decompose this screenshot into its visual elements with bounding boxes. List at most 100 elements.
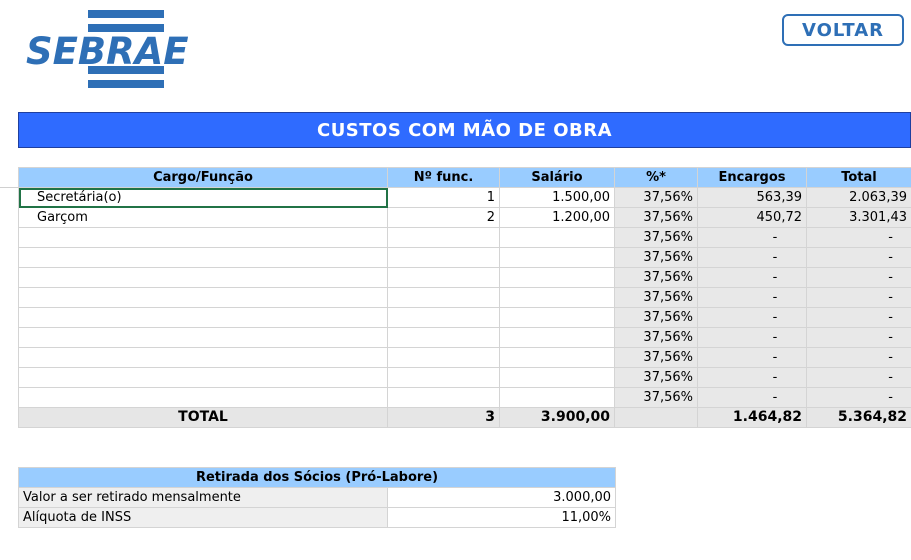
cell-pct: 37,56% bbox=[614, 307, 698, 328]
cell-salario[interactable] bbox=[499, 327, 615, 348]
cell-encargos: - bbox=[697, 307, 807, 328]
labor-cost-table: Cargo/Função Nº func. Salário %* Encargo… bbox=[18, 167, 911, 428]
column-header-total: Total bbox=[806, 167, 911, 188]
cell-total: 2.063,39 bbox=[806, 187, 911, 208]
cell-func[interactable] bbox=[387, 287, 500, 308]
cell-cargo[interactable]: Garçom bbox=[18, 207, 388, 228]
table-row: 37,56% - - bbox=[18, 267, 911, 288]
cell-pct: 37,56% bbox=[614, 207, 698, 228]
prolabore-label: Alíquota de INSS bbox=[18, 507, 388, 528]
cell-cargo[interactable] bbox=[18, 347, 388, 368]
total-salario: 3.900,00 bbox=[499, 407, 615, 428]
cell-encargos: - bbox=[697, 327, 807, 348]
cell-pct: 37,56% bbox=[614, 387, 698, 408]
total-encargos: 1.464,82 bbox=[697, 407, 807, 428]
table-row: Garçom 2 1.200,00 37,56% 450,72 3.301,43 bbox=[18, 207, 911, 228]
cell-salario[interactable] bbox=[499, 367, 615, 388]
cell-salario[interactable]: 1.200,00 bbox=[499, 207, 615, 228]
cell-encargos: 450,72 bbox=[697, 207, 807, 228]
cell-func[interactable] bbox=[387, 307, 500, 328]
cell-func[interactable] bbox=[387, 347, 500, 368]
prolabore-value[interactable]: 11,00% bbox=[386, 507, 617, 528]
cell-encargos: - bbox=[697, 387, 807, 408]
cell-func[interactable] bbox=[387, 267, 500, 288]
cell-func[interactable] bbox=[387, 247, 500, 268]
cell-cargo[interactable] bbox=[18, 367, 388, 388]
cell-cargo[interactable] bbox=[18, 227, 388, 248]
cell-total: - bbox=[806, 227, 911, 248]
sheet-gridline bbox=[0, 187, 18, 188]
table-header-row: Cargo/Função Nº func. Salário %* Encargo… bbox=[18, 167, 911, 188]
logo-stripe bbox=[88, 10, 164, 18]
cell-encargos: - bbox=[697, 367, 807, 388]
cell-cargo[interactable]: Secretária(o) bbox=[18, 187, 388, 208]
total-row: TOTAL 3 3.900,00 1.464,82 5.364,82 bbox=[18, 407, 911, 428]
cell-pct: 37,56% bbox=[614, 187, 698, 208]
logo-stripe bbox=[88, 80, 164, 88]
cell-pct: 37,56% bbox=[614, 347, 698, 368]
column-header-encargos: Encargos bbox=[697, 167, 807, 188]
cell-func[interactable] bbox=[387, 327, 500, 348]
sebrae-logo: SEBRAE bbox=[26, 10, 189, 90]
cell-encargos: - bbox=[697, 267, 807, 288]
cell-salario[interactable] bbox=[499, 267, 615, 288]
cell-pct: 37,56% bbox=[614, 287, 698, 308]
back-button[interactable]: VOLTAR bbox=[782, 14, 904, 46]
cell-total: - bbox=[806, 307, 911, 328]
cell-total: - bbox=[806, 267, 911, 288]
cell-pct: 37,56% bbox=[614, 327, 698, 348]
cell-func[interactable] bbox=[387, 387, 500, 408]
cell-pct: 37,56% bbox=[614, 247, 698, 268]
table-row: 37,56% - - bbox=[18, 347, 911, 368]
column-header-pct: %* bbox=[614, 167, 698, 188]
total-label: TOTAL bbox=[18, 407, 388, 428]
table-row: 37,56% - - bbox=[18, 247, 911, 268]
cell-salario[interactable] bbox=[499, 287, 615, 308]
prolabore-label: Valor a ser retirado mensalmente bbox=[18, 487, 388, 508]
cell-cargo[interactable] bbox=[18, 307, 388, 328]
cell-pct: 37,56% bbox=[614, 267, 698, 288]
cell-func[interactable] bbox=[387, 227, 500, 248]
cell-total: - bbox=[806, 287, 911, 308]
cell-total: 3.301,43 bbox=[806, 207, 911, 228]
cell-cargo[interactable] bbox=[18, 287, 388, 308]
table-row: 37,56% - - bbox=[18, 327, 911, 348]
table-row: Secretária(o) 1 1.500,00 37,56% 563,39 2.063,… bbox=[18, 187, 911, 208]
cell-salario[interactable] bbox=[499, 387, 615, 408]
cell-salario[interactable]: 1.500,00 bbox=[499, 187, 615, 208]
cell-cargo[interactable] bbox=[18, 247, 388, 268]
cell-total: - bbox=[806, 367, 911, 388]
cell-encargos: - bbox=[697, 347, 807, 368]
cell-pct: 37,56% bbox=[614, 227, 698, 248]
column-header-func: Nº func. bbox=[387, 167, 500, 188]
cell-func[interactable] bbox=[387, 367, 500, 388]
page-title: CUSTOS COM MÃO DE OBRA bbox=[18, 112, 911, 148]
logo-text: SEBRAE bbox=[26, 30, 189, 73]
cell-cargo[interactable] bbox=[18, 327, 388, 348]
total-func: 3 bbox=[387, 407, 500, 428]
table-row: 37,56% - - bbox=[18, 227, 911, 248]
cell-pct: 37,56% bbox=[614, 367, 698, 388]
table-row: 37,56% - - bbox=[18, 387, 911, 408]
cell-salario[interactable] bbox=[499, 247, 615, 268]
cell-salario[interactable] bbox=[499, 227, 615, 248]
cell-total: - bbox=[806, 327, 911, 348]
prolabore-value[interactable]: 3.000,00 bbox=[386, 487, 617, 508]
cell-encargos: - bbox=[697, 287, 807, 308]
cell-salario[interactable] bbox=[499, 347, 615, 368]
table-row: 37,56% - - bbox=[18, 307, 911, 328]
cell-cargo[interactable] bbox=[18, 387, 388, 408]
prolabore-title: Retirada dos Sócios (Pró-Labore) bbox=[17, 467, 617, 488]
cell-func[interactable]: 2 bbox=[387, 207, 500, 228]
total-total: 5.364,82 bbox=[806, 407, 911, 428]
cell-encargos: 563,39 bbox=[697, 187, 807, 208]
cell-total: - bbox=[806, 347, 911, 368]
cell-total: - bbox=[806, 247, 911, 268]
column-header-salario: Salário bbox=[499, 167, 615, 188]
total-pct bbox=[614, 407, 698, 428]
prolabore-row: Alíquota de INSS 11,00% bbox=[18, 507, 617, 528]
cell-salario[interactable] bbox=[499, 307, 615, 328]
cell-func[interactable]: 1 bbox=[387, 187, 500, 208]
cell-cargo[interactable] bbox=[18, 267, 388, 288]
cell-encargos: - bbox=[697, 227, 807, 248]
